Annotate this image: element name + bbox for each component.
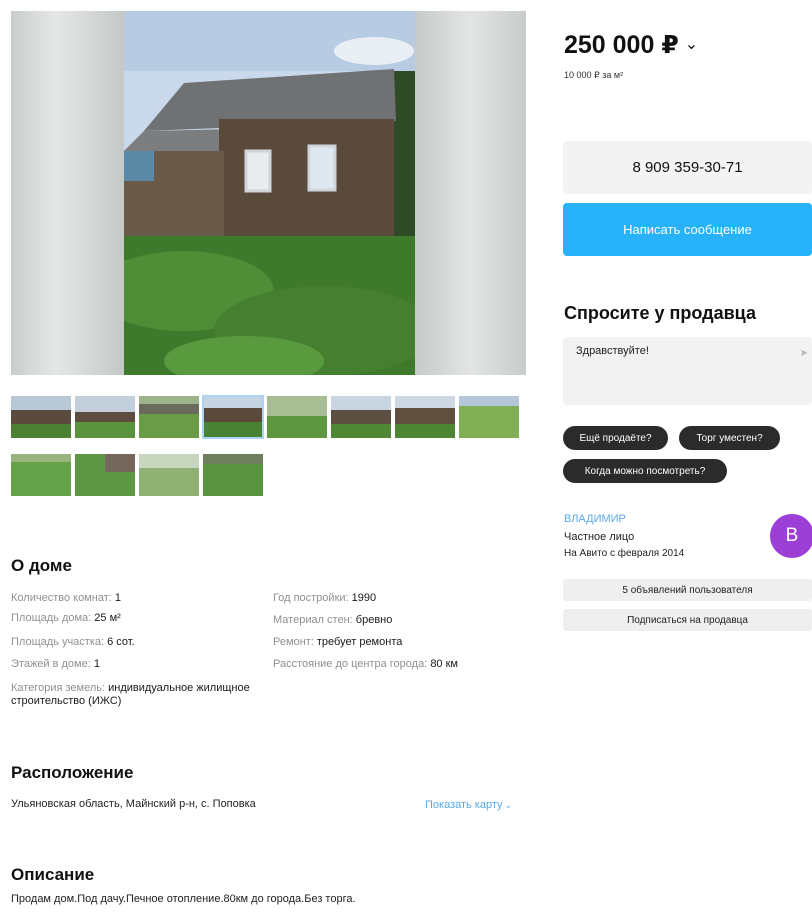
param-house-area: Площадь дома: 25 м²	[11, 612, 121, 624]
photo-blur-right	[415, 11, 526, 375]
param-rooms: Количество комнат: 1	[11, 592, 121, 604]
param-land-category: Категория земель: индивидуальное жилищно…	[11, 682, 250, 707]
show-map-label: Показать карту	[425, 799, 503, 811]
thumbnail[interactable]	[75, 396, 135, 438]
param-wall-material: Материал стен: бревно	[273, 614, 393, 626]
thumbnail[interactable]	[459, 396, 519, 438]
thumbnail[interactable]	[202, 395, 264, 439]
param-distance-center: Расстояние до центра города: 80 км	[273, 658, 458, 670]
seller-since: На Авито с февраля 2014	[564, 548, 685, 559]
thumbnail[interactable]	[395, 396, 455, 438]
address-text: Ульяновская область, Майнский р-н, с. По…	[11, 798, 256, 810]
ask-seller-box: Здравствуйте! ➤	[563, 337, 812, 405]
quick-question-chip[interactable]: Ещё продаёте?	[563, 426, 668, 450]
phone-number: 8 909 359-30-71	[632, 159, 743, 176]
user-listings-button[interactable]: 5 объявлений пользователя	[563, 579, 812, 601]
location-title: Расположение	[11, 763, 134, 782]
subscribe-seller-button[interactable]: Подписаться на продавца	[563, 609, 812, 631]
show-map-link[interactable]: Показать карту ⌄	[425, 799, 512, 811]
thumbnail[interactable]	[267, 396, 327, 438]
about-title: О доме	[11, 556, 72, 575]
main-photo[interactable]	[11, 11, 526, 375]
param-floors: Этажей в доме: 1	[11, 658, 100, 670]
thumbnail[interactable]	[139, 454, 199, 496]
thumbnail[interactable]	[75, 454, 135, 496]
photo-blur-left	[11, 11, 124, 375]
price[interactable]: 250 000 ₽ ⌄	[564, 30, 698, 60]
param-plot-area: Площадь участка: 6 сот.	[11, 636, 135, 648]
write-message-label: Написать сообщение	[623, 222, 752, 237]
thumbnail[interactable]	[139, 396, 199, 438]
thumbnail[interactable]	[11, 454, 71, 496]
seller-type: Частное лицо	[564, 531, 635, 543]
seller-name-link[interactable]: ВЛАДИМИР	[564, 513, 626, 525]
param-repair: Ремонт: требует ремонта	[273, 636, 403, 648]
send-icon[interactable]: ➤	[800, 348, 808, 359]
quick-question-chip[interactable]: Торг уместен?	[679, 426, 780, 450]
thumbnail[interactable]	[11, 396, 71, 438]
price-per-m2: 10 000 ₽ за м²	[564, 70, 624, 80]
house-photo	[124, 11, 415, 375]
price-value: 250 000 ₽	[564, 31, 679, 59]
user-listings-label: 5 объявлений пользователя	[622, 584, 753, 596]
description-text: Продам дом.Под дачу.Печное отопление.80к…	[11, 893, 356, 905]
thumbnail[interactable]	[331, 396, 391, 438]
subscribe-seller-label: Подписаться на продавца	[627, 614, 748, 626]
description-title: Описание	[11, 865, 95, 884]
chevron-down-icon: ⌄	[504, 800, 513, 810]
thumbnail[interactable]	[203, 454, 263, 496]
param-year-built: Год постройки: 1990	[273, 592, 377, 604]
ask-message-input[interactable]: Здравствуйте!	[563, 337, 812, 405]
ask-seller-title: Спросите у продавца	[564, 303, 756, 323]
avatar[interactable]: В	[770, 514, 812, 558]
write-message-button[interactable]: Написать сообщение	[563, 203, 812, 256]
quick-question-chip[interactable]: Когда можно посмотреть?	[563, 459, 727, 483]
chevron-down-icon: ⌄	[684, 36, 699, 53]
show-phone-button[interactable]: 8 909 359-30-71	[563, 141, 812, 194]
